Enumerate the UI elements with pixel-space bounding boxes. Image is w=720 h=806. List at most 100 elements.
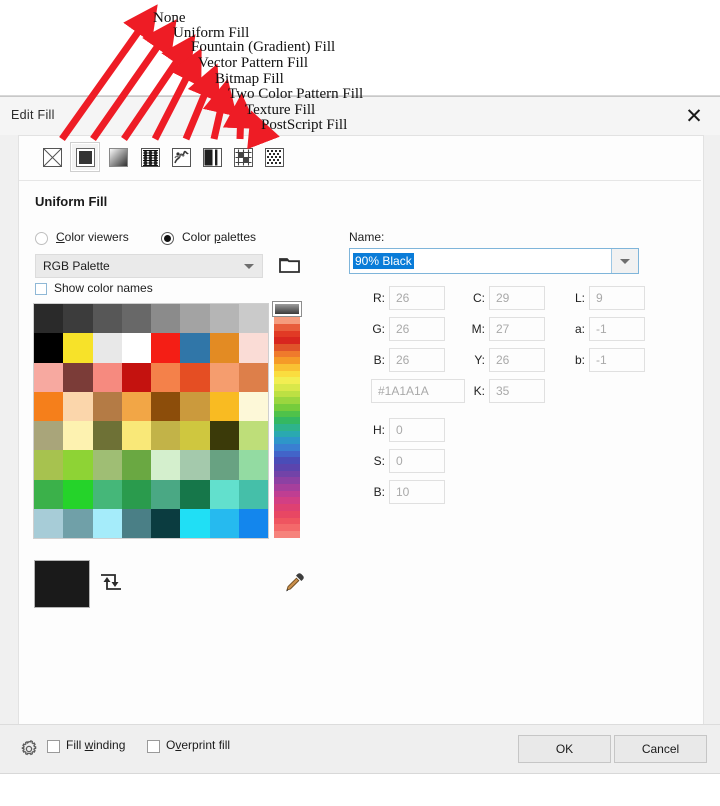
field-k-1-input[interactable]: 35 [489,379,545,403]
color-swatch[interactable] [209,479,239,509]
hue-strip-segment[interactable] [274,390,300,398]
color-swatch[interactable] [63,333,93,363]
color-swatch[interactable] [151,421,181,451]
hue-strip-segment[interactable] [274,484,300,491]
hue-strip-segment[interactable] [274,444,300,451]
color-swatch[interactable] [34,391,64,421]
hue-strip-segment[interactable] [274,450,300,458]
color-swatch[interactable] [151,479,181,509]
color-swatch[interactable] [63,508,93,538]
color-swatch[interactable] [63,450,93,480]
fill-type-bitmap-button[interactable] [166,142,196,172]
color-swatch[interactable] [63,421,93,451]
hue-strip-segment[interactable] [274,524,300,531]
hue-strip-segment[interactable] [274,404,300,411]
fill-type-uniform-button[interactable] [70,142,100,172]
radio-color-viewers[interactable] [35,232,48,245]
hue-strip-segment[interactable] [274,417,300,425]
hue-strip-thumb[interactable] [272,301,302,317]
color-swatch[interactable] [34,421,64,451]
field-hsb-h-input[interactable]: 0 [389,418,445,442]
field-l-2-input[interactable]: 9 [589,286,645,310]
color-swatch[interactable] [92,362,122,392]
color-swatch[interactable] [238,508,268,538]
color-swatch[interactable] [151,450,181,480]
hue-strip-segment[interactable] [274,344,300,351]
color-swatch[interactable] [180,508,210,538]
fill-winding-checkbox[interactable] [47,740,60,753]
color-swatch[interactable] [121,333,151,363]
color-swatch[interactable] [121,362,151,392]
field-hsb-s-input[interactable]: 0 [389,449,445,473]
color-swatch[interactable] [121,450,151,480]
open-palette-folder-icon[interactable] [277,252,303,278]
fill-type-fountain-button[interactable] [103,142,133,172]
hue-strip-segment[interactable] [274,477,300,485]
color-swatch-grid[interactable] [33,303,269,539]
hue-strip-segment[interactable] [274,510,300,518]
hue-strip-segment[interactable] [274,410,300,418]
color-swatch[interactable] [63,304,93,334]
hue-strip-segment[interactable] [274,530,300,538]
color-swatch[interactable] [238,333,268,363]
color-swatch[interactable] [121,421,151,451]
field-a-2-input[interactable]: -1 [589,317,645,341]
gear-icon[interactable] [19,739,39,759]
color-swatch[interactable] [92,333,122,363]
hue-strip-segment[interactable] [274,470,300,478]
hue-strip-segment[interactable] [274,337,300,345]
overprint-fill-checkbox[interactable] [147,740,160,753]
hue-strip-segment[interactable] [274,457,300,465]
hue-strip-segment[interactable] [274,330,300,338]
color-swatch[interactable] [180,362,210,392]
color-swatch[interactable] [209,450,239,480]
color-swatch[interactable] [151,362,181,392]
field-g-0-input[interactable]: 26 [389,317,445,341]
eyedropper-icon[interactable] [281,568,309,596]
hue-strip-segment[interactable] [274,377,300,385]
field-b-2-input[interactable]: -1 [589,348,645,372]
hue-strip-segment[interactable] [274,490,300,498]
hue-strip-segment[interactable] [274,497,300,505]
color-swatch[interactable] [63,362,93,392]
color-swatch[interactable] [92,304,122,334]
color-swatch[interactable] [151,508,181,538]
cancel-button[interactable]: Cancel [614,735,707,763]
color-swatch[interactable] [151,391,181,421]
color-swatch[interactable] [121,508,151,538]
fill-type-two-color-pattern-button[interactable] [197,142,227,172]
color-swatch[interactable] [180,479,210,509]
color-swatch[interactable] [209,391,239,421]
color-swatch[interactable] [238,362,268,392]
fill-type-postscript-button[interactable] [259,142,289,172]
color-swatch[interactable] [92,479,122,509]
color-swatch[interactable] [238,391,268,421]
color-swatch[interactable] [151,304,181,334]
hue-strip-segment[interactable] [274,424,300,431]
color-swatch[interactable] [92,421,122,451]
color-swatch[interactable] [209,304,239,334]
ok-button[interactable]: OK [518,735,611,763]
hue-strip-segment[interactable] [274,464,300,471]
field-y-1-input[interactable]: 26 [489,348,545,372]
show-color-names-checkbox[interactable] [35,283,47,295]
color-swatch[interactable] [238,304,268,334]
color-swatch[interactable] [238,450,268,480]
hue-strip-segment[interactable] [274,517,300,525]
color-swatch[interactable] [34,450,64,480]
color-name-combo[interactable]: 90% Black [349,248,639,274]
hue-strip-segment[interactable] [274,350,300,358]
color-swatch[interactable] [151,333,181,363]
hue-strip-segment[interactable] [274,357,300,365]
color-swatch[interactable] [209,421,239,451]
color-swatch[interactable] [180,421,210,451]
color-swatch[interactable] [92,391,122,421]
color-swatch[interactable] [34,479,64,509]
color-swatch[interactable] [180,450,210,480]
color-swatch[interactable] [238,479,268,509]
fill-type-texture-button[interactable] [228,142,258,172]
field-r-0-input[interactable]: 26 [389,286,445,310]
color-swatch[interactable] [92,508,122,538]
field-b-0-input[interactable]: 26 [389,348,445,372]
hex-input[interactable]: #1A1A1A [371,379,465,403]
